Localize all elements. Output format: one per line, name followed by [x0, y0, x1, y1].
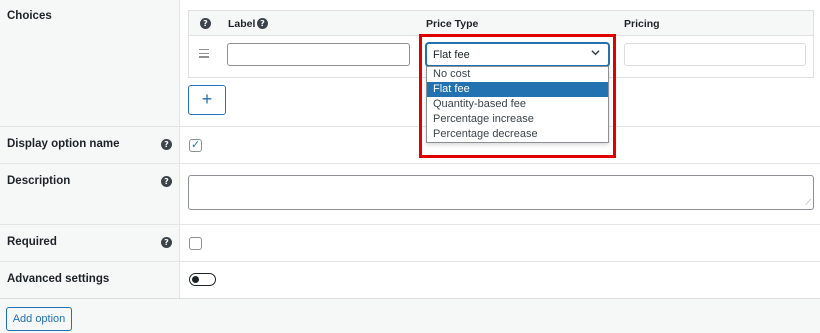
description-textarea[interactable]: ⟋	[188, 175, 814, 210]
row-divider	[0, 126, 820, 127]
choices-header: ? Label ? Price Type Pricing	[189, 11, 813, 36]
resize-grip-icon[interactable]: ⟋	[805, 198, 811, 208]
choice-label-input[interactable]	[227, 43, 410, 66]
required-label: Required	[7, 236, 57, 248]
help-icon[interactable]: ?	[161, 176, 172, 187]
help-icon[interactable]: ?	[257, 18, 268, 29]
add-option-button[interactable]: Add option	[6, 307, 72, 331]
add-choice-button[interactable]: +	[188, 85, 226, 115]
choices-label: Choices	[7, 10, 52, 22]
row-divider	[0, 224, 820, 225]
footer: Add option	[0, 298, 820, 333]
help-icon[interactable]: ?	[161, 139, 172, 150]
display-option-name-label: Display option name	[7, 138, 120, 150]
description-label: Description	[7, 175, 71, 187]
advanced-settings-label: Advanced settings	[7, 273, 110, 285]
toggle-knob	[191, 275, 199, 283]
column-label: Label	[228, 18, 256, 30]
help-icon[interactable]: ?	[161, 237, 172, 248]
column-pricing: Pricing	[624, 18, 660, 30]
drag-handle-icon[interactable]	[199, 49, 209, 60]
required-checkbox[interactable]	[189, 237, 202, 250]
row-divider	[0, 261, 820, 262]
checkmark-icon: ✓	[191, 138, 201, 151]
row-divider	[0, 163, 820, 164]
highlight-annotation	[419, 34, 616, 158]
display-option-name-checkbox[interactable]: ✓	[189, 138, 202, 152]
pricing-input[interactable]	[624, 43, 806, 66]
advanced-settings-toggle[interactable]	[189, 273, 216, 286]
column-price-type: Price Type	[426, 18, 479, 30]
help-icon[interactable]: ?	[200, 18, 211, 29]
